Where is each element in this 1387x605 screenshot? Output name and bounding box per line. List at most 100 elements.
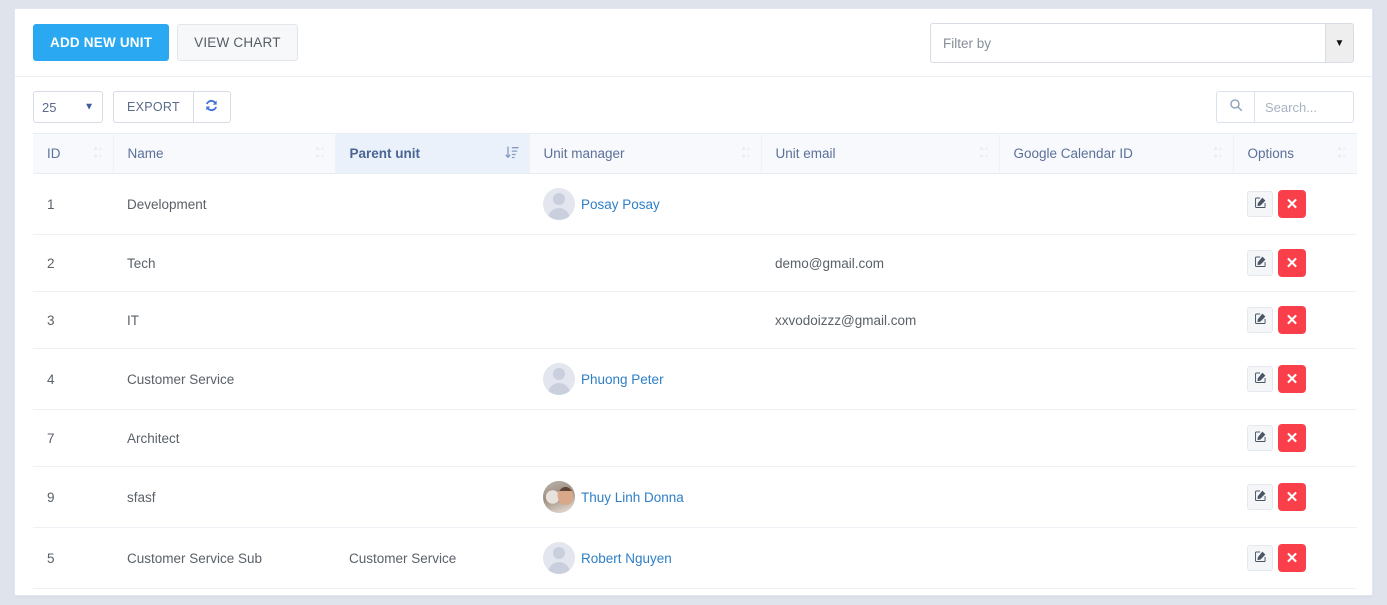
edit-unit-button[interactable] <box>1247 366 1273 392</box>
cell-parent-unit <box>335 466 529 528</box>
delete-unit-button[interactable]: ✕ <box>1278 365 1306 393</box>
unit-manager-name[interactable]: Posay Posay <box>581 197 660 212</box>
unit-name: Architect <box>127 430 180 446</box>
cell-options: ✕ <box>1233 291 1357 349</box>
avatar <box>543 363 575 395</box>
column-label: Unit email <box>775 146 836 161</box>
cell-id: 7 <box>33 409 113 467</box>
cell-google-calendar-id <box>999 234 1233 292</box>
search-input[interactable] <box>1254 91 1354 123</box>
cell-parent-unit <box>335 348 529 410</box>
unit-manager[interactable]: Robert Nguyen <box>543 542 747 574</box>
cell-unit-email <box>761 466 999 528</box>
cell-id: 9 <box>33 466 113 528</box>
close-x-icon: ✕ <box>1285 370 1299 388</box>
unit-id: 7 <box>47 430 55 446</box>
column-header-unit-email[interactable]: Unit email <box>761 133 1000 174</box>
chevron-down-icon[interactable]: ▼ <box>1325 24 1353 62</box>
view-chart-button[interactable]: VIEW CHART <box>177 24 298 61</box>
unit-manager-name[interactable]: Phuong Peter <box>581 372 664 387</box>
delete-unit-button[interactable]: ✕ <box>1278 544 1306 572</box>
sort-both-icon <box>741 145 751 162</box>
edit-unit-button[interactable] <box>1247 484 1273 510</box>
delete-unit-button[interactable]: ✕ <box>1278 424 1306 452</box>
cell-google-calendar-id <box>999 348 1233 410</box>
close-x-icon: ✕ <box>1285 488 1299 506</box>
column-label: Options <box>1247 146 1295 161</box>
edit-unit-button[interactable] <box>1247 307 1273 333</box>
cell-google-calendar-id <box>999 173 1233 235</box>
close-x-icon: ✕ <box>1285 254 1299 272</box>
edit-pencil-icon <box>1254 489 1267 505</box>
page-root: ADD NEW UNIT VIEW CHART ▼ 25 ▼ EXPORT <box>0 0 1387 605</box>
cell-unit-email: xxvodoizzz@gmail.com <box>761 291 999 349</box>
table-row: 2 Tech demo@gmail.com ✕ <box>33 234 1357 292</box>
delete-unit-button[interactable]: ✕ <box>1278 190 1306 218</box>
filter-by-combobox[interactable]: ▼ <box>930 23 1354 63</box>
cell-unit-manager: Thuy Linh Donna <box>529 466 761 528</box>
delete-unit-button[interactable]: ✕ <box>1278 249 1306 277</box>
unit-name: Tech <box>127 255 156 271</box>
search-group <box>1216 91 1354 123</box>
table-row: 7 Architect ✕ <box>33 409 1357 467</box>
unit-list-card: ADD NEW UNIT VIEW CHART ▼ 25 ▼ EXPORT <box>14 8 1373 596</box>
page-length-select[interactable]: 25 <box>33 91 103 123</box>
row-action-buttons: ✕ <box>1247 365 1343 393</box>
close-x-icon: ✕ <box>1285 549 1299 567</box>
unit-manager[interactable]: Posay Posay <box>543 188 747 220</box>
column-label: ID <box>47 146 61 161</box>
table-row: 9 sfasf Thuy Linh Donna ✕ <box>33 466 1357 528</box>
export-button[interactable]: EXPORT <box>113 91 193 123</box>
cell-google-calendar-id <box>999 409 1233 467</box>
cell-unit-email: demo@gmail.com <box>761 234 999 292</box>
cell-options: ✕ <box>1233 173 1357 235</box>
table-head: ID Name Parent unit Unit manager Unit em… <box>33 133 1357 174</box>
row-action-buttons: ✕ <box>1247 190 1343 218</box>
cell-unit-email <box>761 527 999 589</box>
column-header-options[interactable]: Options <box>1233 133 1357 174</box>
refresh-button[interactable] <box>192 91 231 123</box>
unit-name: IT <box>127 312 139 328</box>
column-header-google-calendar-id[interactable]: Google Calendar ID <box>999 133 1234 174</box>
cell-name: Tech <box>113 234 335 292</box>
column-header-parent-unit[interactable]: Parent unit <box>335 133 530 174</box>
search-button[interactable] <box>1216 91 1254 123</box>
cell-parent-unit <box>335 173 529 235</box>
row-action-buttons: ✕ <box>1247 424 1343 452</box>
cell-name: Architect <box>113 409 335 467</box>
filter-by-input[interactable] <box>931 24 1325 62</box>
unit-manager[interactable]: Phuong Peter <box>543 363 747 395</box>
unit-manager-name[interactable]: Robert Nguyen <box>581 551 672 566</box>
edit-unit-button[interactable] <box>1247 191 1273 217</box>
cell-options: ✕ <box>1233 234 1357 292</box>
delete-unit-button[interactable]: ✕ <box>1278 306 1306 334</box>
unit-manager-name[interactable]: Thuy Linh Donna <box>581 490 684 505</box>
table-toolbar: 25 ▼ EXPORT <box>15 77 1372 133</box>
sort-amount-down-icon <box>504 145 519 162</box>
cell-unit-email <box>761 409 999 467</box>
avatar <box>543 188 575 220</box>
edit-unit-button[interactable] <box>1247 250 1273 276</box>
add-new-unit-button[interactable]: ADD NEW UNIT <box>33 24 170 61</box>
cell-unit-manager <box>529 409 761 467</box>
edit-unit-button[interactable] <box>1247 545 1273 571</box>
column-header-name[interactable]: Name <box>113 133 336 174</box>
table-row: 4 Customer Service Phuong Peter ✕ <box>33 348 1357 410</box>
unit-manager[interactable]: Thuy Linh Donna <box>543 481 747 513</box>
row-action-buttons: ✕ <box>1247 306 1343 334</box>
close-x-icon: ✕ <box>1285 429 1299 447</box>
column-header-id[interactable]: ID <box>33 133 114 174</box>
sort-both-icon <box>1213 145 1223 162</box>
cell-unit-manager <box>529 234 761 292</box>
sync-icon <box>204 98 219 116</box>
edit-pencil-icon <box>1254 312 1267 328</box>
row-action-buttons: ✕ <box>1247 544 1343 572</box>
unit-email: xxvodoizzz@gmail.com <box>775 312 917 328</box>
cell-unit-manager: Robert Nguyen <box>529 527 761 589</box>
parent-unit-name: Customer Service <box>349 550 457 566</box>
edit-unit-button[interactable] <box>1247 425 1273 451</box>
column-header-unit-manager[interactable]: Unit manager <box>529 133 762 174</box>
delete-unit-button[interactable]: ✕ <box>1278 483 1306 511</box>
search-icon <box>1229 98 1243 117</box>
cell-parent-unit <box>335 234 529 292</box>
